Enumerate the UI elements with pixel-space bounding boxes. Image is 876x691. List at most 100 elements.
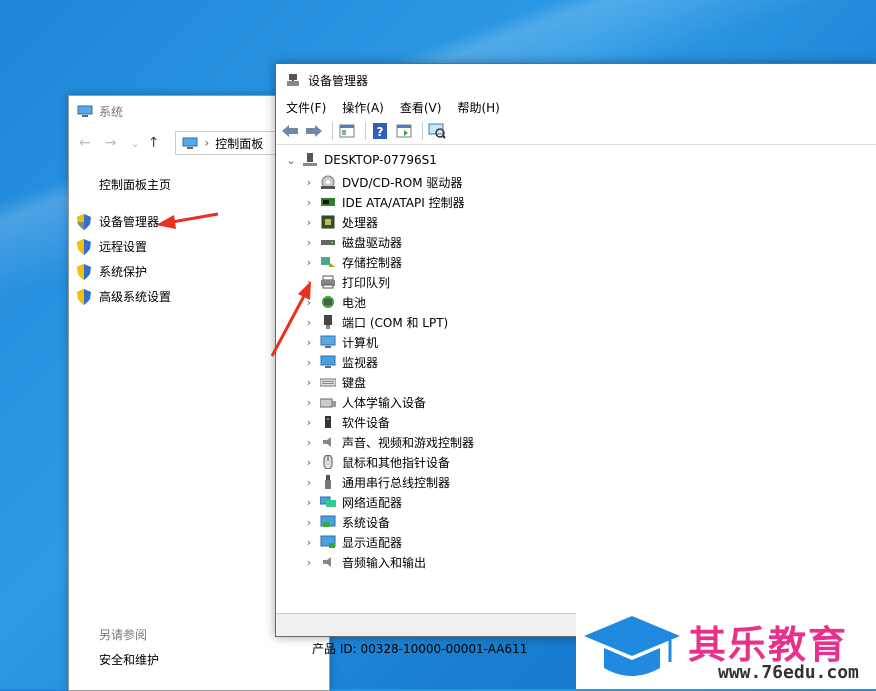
expand-chevron-icon[interactable]: › xyxy=(302,476,316,489)
device-category-item[interactable]: › 网络适配器 xyxy=(276,492,876,512)
device-category-item[interactable]: › 处理器 xyxy=(276,212,876,232)
toolbar-separator xyxy=(422,122,423,140)
device-category-item[interactable]: › 通用串行总线控制器 xyxy=(276,472,876,492)
device-category-item[interactable]: › 磁盘驱动器 xyxy=(276,232,876,252)
category-label[interactable]: 处理器 xyxy=(342,214,378,231)
expand-chevron-icon[interactable]: › xyxy=(302,276,316,289)
control-panel-home-link[interactable]: 控制面板主页 xyxy=(99,176,171,193)
expand-chevron-icon[interactable]: › xyxy=(302,456,316,469)
help-button[interactable]: ? xyxy=(370,122,390,140)
forward-button[interactable] xyxy=(304,122,324,140)
link-label[interactable]: 系统保护 xyxy=(99,263,147,280)
device-category-item[interactable]: › 声音、视频和游戏控制器 xyxy=(276,432,876,452)
back-button[interactable]: ← xyxy=(79,135,91,151)
category-label[interactable]: 计算机 xyxy=(342,334,378,351)
link-label[interactable]: 高级系统设置 xyxy=(99,288,171,305)
system-protection-link[interactable]: 系统保护 xyxy=(77,259,171,284)
remote-settings-link[interactable]: 远程设置 xyxy=(77,234,171,259)
category-label[interactable]: 监视器 xyxy=(342,354,378,371)
expand-chevron-icon[interactable]: › xyxy=(302,556,316,569)
forward-button[interactable]: → xyxy=(105,135,117,151)
expand-chevron-icon[interactable]: › xyxy=(302,216,316,229)
expand-chevron-icon[interactable]: › xyxy=(302,296,316,309)
brand-name: 其乐教育 xyxy=(688,623,849,667)
device-manager-link[interactable]: 设备管理器 xyxy=(77,209,171,234)
properties-icon xyxy=(339,124,355,138)
system-links: 设备管理器 远程设置 系统保护 高级系统设置 xyxy=(77,209,171,309)
device-category-item[interactable]: › 软件设备 xyxy=(276,412,876,432)
device-category-item[interactable]: › 打印队列 xyxy=(276,272,876,292)
category-label[interactable]: 存储控制器 xyxy=(342,254,402,271)
expand-chevron-icon[interactable]: › xyxy=(302,336,316,349)
dvd-icon xyxy=(321,175,335,189)
category-label[interactable]: 通用串行总线控制器 xyxy=(342,474,450,491)
shield-icon xyxy=(77,238,91,255)
cpu-icon xyxy=(321,215,335,229)
storage-icon xyxy=(321,257,335,267)
device-category-item[interactable]: › 端口 (COM 和 LPT) xyxy=(276,312,876,332)
category-label[interactable]: 端口 (COM 和 LPT) xyxy=(342,314,448,331)
link-label[interactable]: 远程设置 xyxy=(99,238,147,255)
category-label[interactable]: 声音、视频和游戏控制器 xyxy=(342,434,474,451)
expand-chevron-icon[interactable]: › xyxy=(302,436,316,449)
expand-chevron-icon[interactable]: › xyxy=(302,196,316,209)
device-category-item[interactable]: › 人体学输入设备 xyxy=(276,392,876,412)
expand-chevron-icon[interactable]: › xyxy=(302,176,316,189)
device-category-item[interactable]: › 计算机 xyxy=(276,332,876,352)
category-label[interactable]: 软件设备 xyxy=(342,414,390,431)
category-label[interactable]: 人体学输入设备 xyxy=(342,394,426,411)
category-label[interactable]: IDE ATA/ATAPI 控制器 xyxy=(342,194,465,211)
expand-chevron-icon[interactable]: › xyxy=(302,516,316,529)
tree-root[interactable]: ⌄ DESKTOP-07796S1 xyxy=(276,148,876,172)
category-label[interactable]: 打印队列 xyxy=(342,274,390,291)
expand-chevron-icon[interactable]: › xyxy=(302,536,316,549)
expand-chevron-icon[interactable]: › xyxy=(302,316,316,329)
back-button[interactable] xyxy=(280,122,300,140)
category-label[interactable]: 鼠标和其他指针设备 xyxy=(342,454,450,471)
category-label[interactable]: 显示适配器 xyxy=(342,534,402,551)
menu-action[interactable]: 操作(A) xyxy=(342,99,384,116)
shield-icon xyxy=(77,288,91,305)
device-category-item[interactable]: › 键盘 xyxy=(276,372,876,392)
device-category-item[interactable]: › IDE ATA/ATAPI 控制器 xyxy=(276,192,876,212)
link-label[interactable]: 设备管理器 xyxy=(99,213,159,230)
category-label[interactable]: 系统设备 xyxy=(342,514,390,531)
category-label[interactable]: DVD/CD-ROM 驱动器 xyxy=(342,174,462,191)
expand-chevron-icon[interactable]: › xyxy=(302,236,316,249)
properties-button[interactable] xyxy=(337,122,357,140)
expand-chevron-icon[interactable]: › xyxy=(302,376,316,389)
recent-dropdown[interactable]: ⌄ xyxy=(130,137,139,150)
advanced-settings-link[interactable]: 高级系统设置 xyxy=(77,284,171,309)
device-category-item[interactable]: › 显示适配器 xyxy=(276,532,876,552)
up-button[interactable]: ↑ xyxy=(148,135,160,151)
expand-chevron-icon[interactable]: › xyxy=(302,496,316,509)
device-category-item[interactable]: › DVD/CD-ROM 驱动器 xyxy=(276,172,876,192)
menu-help[interactable]: 帮助(H) xyxy=(457,99,499,116)
breadcrumb[interactable]: 控制面板 xyxy=(215,135,263,152)
expand-chevron-icon[interactable]: › xyxy=(302,416,316,429)
action-button[interactable] xyxy=(394,122,414,140)
category-label[interactable]: 音频输入和输出 xyxy=(342,554,426,571)
category-label[interactable]: 磁盘驱动器 xyxy=(342,234,402,251)
expand-chevron-icon[interactable]: › xyxy=(302,256,316,269)
monitor-icon xyxy=(320,355,336,368)
device-category-item[interactable]: › 鼠标和其他指针设备 xyxy=(276,452,876,472)
expand-chevron-icon[interactable]: › xyxy=(302,356,316,369)
scan-hardware-button[interactable] xyxy=(427,122,447,140)
device-category-item[interactable]: › 电池 xyxy=(276,292,876,312)
device-category-item[interactable]: › 监视器 xyxy=(276,352,876,372)
device-category-item[interactable]: › 存储控制器 xyxy=(276,252,876,272)
collapse-chevron-icon[interactable]: ⌄ xyxy=(284,154,298,167)
security-maintenance-link[interactable]: 安全和维护 xyxy=(99,651,159,668)
device-category-item[interactable]: › 系统设备 xyxy=(276,512,876,532)
expand-chevron-icon[interactable]: › xyxy=(302,396,316,409)
device-manager-titlebar: 设备管理器 xyxy=(276,64,876,96)
menu-file[interactable]: 文件(F) xyxy=(286,99,326,116)
device-category-item[interactable]: › 音频输入和输出 xyxy=(276,552,876,572)
breadcrumb-separator: › xyxy=(204,136,210,150)
category-label[interactable]: 电池 xyxy=(342,294,366,311)
category-label[interactable]: 键盘 xyxy=(342,374,366,391)
brand-url: www.76edu.com xyxy=(718,662,859,683)
menu-view[interactable]: 查看(V) xyxy=(400,99,442,116)
category-label[interactable]: 网络适配器 xyxy=(342,494,402,511)
